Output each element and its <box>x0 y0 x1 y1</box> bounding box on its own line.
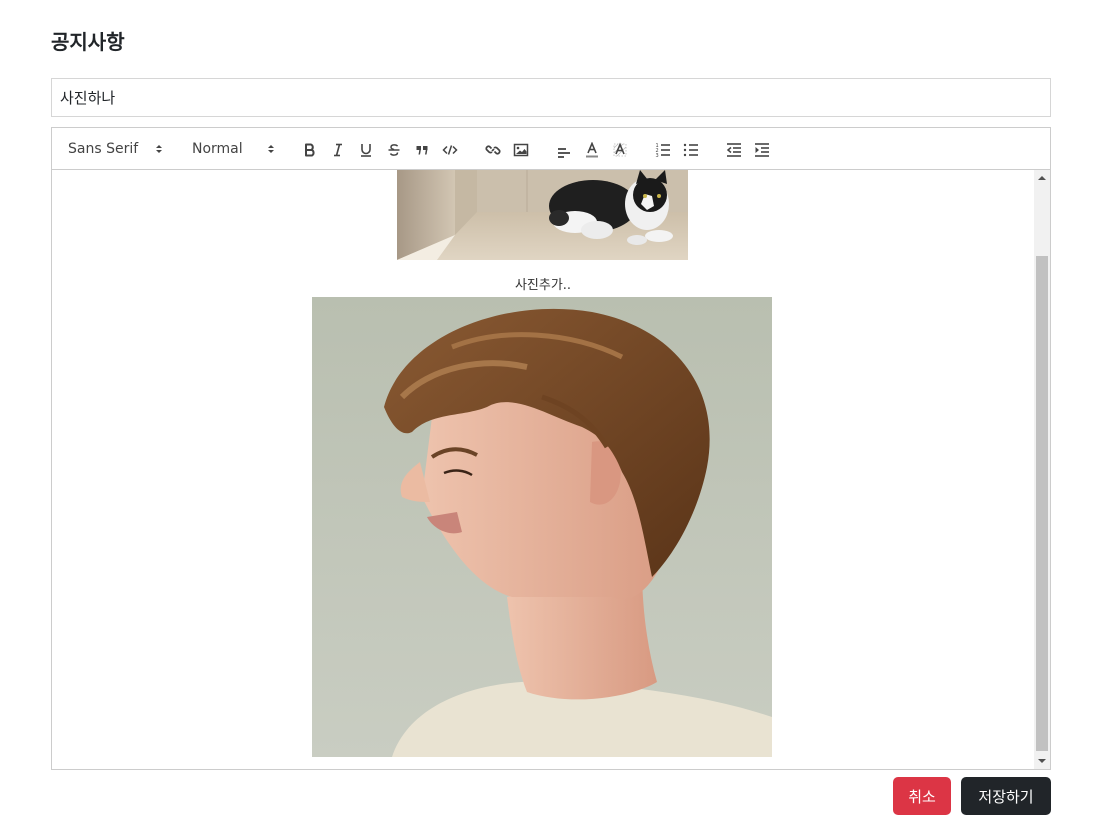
font-family-picker-label: Sans Serif <box>68 141 139 157</box>
code-block-icon <box>442 145 458 155</box>
link-button[interactable] <box>482 139 504 161</box>
cat-photo <box>397 170 688 260</box>
font-size-picker-label: Normal <box>192 141 243 157</box>
arrow-up-icon <box>1038 176 1046 180</box>
background-color-icon <box>613 142 627 157</box>
bullet-list-button[interactable] <box>680 139 702 161</box>
outdent-button[interactable] <box>723 139 745 161</box>
editor-content[interactable]: 사진추가.. <box>52 170 1034 769</box>
indent-icon <box>755 143 769 157</box>
editor-toolbar: Sans Serif Normal 1 2 3 <box>52 128 1050 170</box>
indent-button[interactable] <box>751 139 773 161</box>
dropdown-arrow-icon <box>156 145 162 153</box>
blockquote-icon <box>416 146 428 155</box>
portrait-photo <box>312 297 772 757</box>
scroll-down-button[interactable] <box>1034 753 1050 769</box>
link-icon <box>485 145 501 155</box>
image-button[interactable] <box>510 139 532 161</box>
rich-text-editor: Sans Serif Normal 1 2 3 사진추가.. <box>51 127 1051 770</box>
image-caption: 사진추가.. <box>514 278 572 293</box>
font-family-picker[interactable]: Sans Serif <box>68 139 168 159</box>
ordered-list-icon: 1 2 3 <box>656 143 670 158</box>
strikethrough-icon <box>388 144 400 156</box>
italic-icon <box>334 143 342 157</box>
strikethrough-button[interactable] <box>383 139 405 161</box>
underline-button[interactable] <box>355 139 377 161</box>
ordered-list-button[interactable]: 1 2 3 <box>652 139 674 161</box>
scroll-up-button[interactable] <box>1034 170 1050 186</box>
blockquote-button[interactable] <box>411 139 433 161</box>
outdent-icon <box>726 143 741 157</box>
editor-scrollbar[interactable] <box>1034 170 1050 769</box>
post-title-input[interactable] <box>51 78 1051 117</box>
align-button[interactable] <box>553 139 575 161</box>
cancel-button[interactable]: 취소 <box>893 777 951 815</box>
bold-button[interactable] <box>299 139 321 161</box>
italic-button[interactable] <box>327 139 349 161</box>
image-icon <box>513 143 529 157</box>
bullet-list-icon <box>683 143 698 157</box>
text-color-button[interactable] <box>581 139 603 161</box>
align-icon <box>558 148 570 158</box>
code-block-button[interactable] <box>439 139 461 161</box>
arrow-down-icon <box>1038 759 1046 763</box>
text-color-icon <box>586 142 598 158</box>
background-color-button[interactable] <box>609 139 631 161</box>
scrollbar-thumb[interactable] <box>1036 256 1048 751</box>
page-title: 공지사항 <box>51 30 125 54</box>
bold-icon <box>305 143 315 157</box>
svg-text:3: 3 <box>656 153 659 158</box>
font-size-picker[interactable]: Normal <box>192 139 282 159</box>
underline-icon <box>361 144 371 157</box>
dropdown-arrow-icon <box>268 145 274 153</box>
save-button[interactable]: 저장하기 <box>961 777 1051 815</box>
